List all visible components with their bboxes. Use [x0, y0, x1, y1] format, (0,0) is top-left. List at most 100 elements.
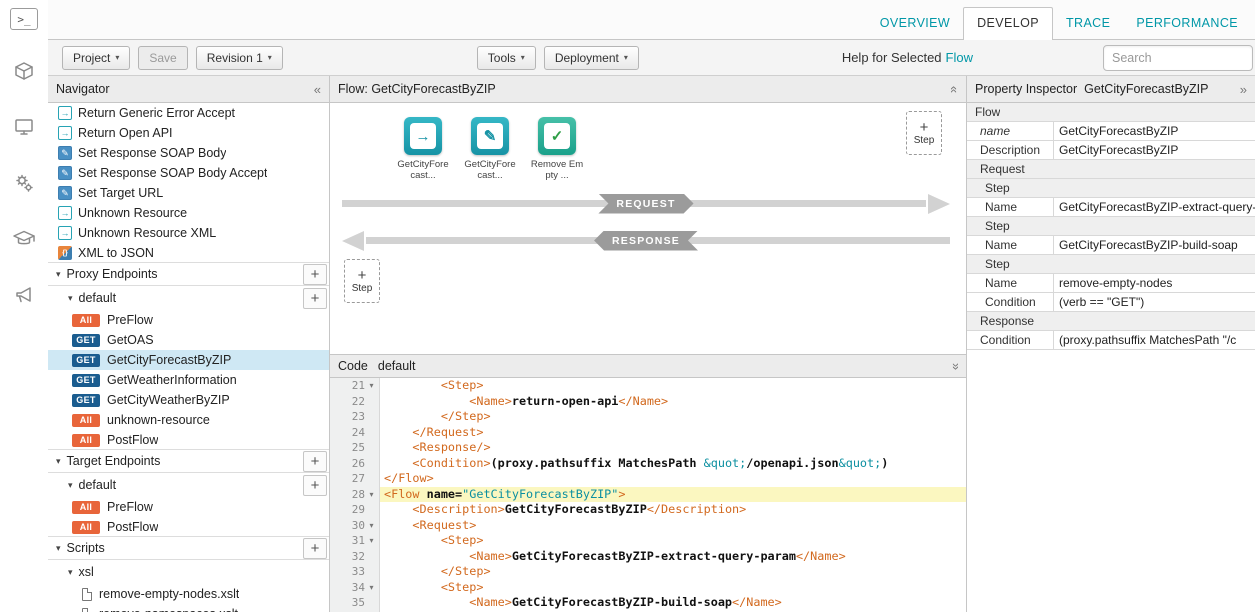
triangle-down-icon: ▾	[68, 293, 73, 304]
fold-toggle-icon[interactable]: ▾	[365, 536, 378, 545]
package-icon[interactable]	[8, 56, 40, 86]
help-flow-link[interactable]: Flow	[946, 50, 973, 65]
collapse-flow-icon[interactable]: «	[948, 85, 961, 92]
gutter-line: 25	[330, 440, 379, 456]
line-number: 27	[352, 472, 365, 485]
tab-develop[interactable]: DEVELOP	[963, 7, 1053, 40]
fold-toggle-icon[interactable]: ▾	[365, 583, 378, 592]
inspector-property-row: NameGetCityForecastByZIP-build-soap	[967, 236, 1255, 255]
flow-item-postflow[interactable]: AllPostFlow	[48, 517, 329, 537]
gears-icon[interactable]	[8, 168, 40, 198]
code-line: <Name>return-open-api</Name>	[380, 394, 966, 410]
graduation-cap-icon[interactable]	[8, 224, 40, 254]
triangle-down-icon: ▾	[56, 456, 61, 467]
inspector-row-label: Name	[967, 236, 1053, 254]
gutter-line: 26	[330, 456, 379, 472]
apigee-develop-view: >_ OVERVIEWDEVELOPTRACEPERFORMANCE	[0, 0, 1255, 612]
inspector-row-label: Flow	[967, 103, 1000, 121]
add-default-button[interactable]: +	[303, 475, 327, 496]
inspector-property-row: Condition(verb == "GET")	[967, 293, 1255, 312]
policy-item-return-open-api[interactable]: →Return Open API	[48, 123, 329, 143]
fold-toggle-icon[interactable]: ▾	[365, 521, 378, 530]
arrow-policy-icon: →	[58, 226, 72, 240]
policy-item-set-target-url[interactable]: ✎Set Target URL	[48, 183, 329, 203]
add-step-button-request[interactable]: + Step	[906, 111, 942, 155]
flow-policy-extract[interactable]: →GetCityForecast...	[396, 117, 450, 181]
section-scripts[interactable]: ▾Scripts+	[48, 536, 329, 560]
section-target-endpoints[interactable]: ▾Target Endpoints+	[48, 449, 329, 473]
flow-item-getoas[interactable]: GETGetOAS	[48, 330, 329, 350]
flow-policy-label: GetCityForecast...	[396, 159, 450, 181]
terminal-icon[interactable]: >_	[10, 8, 38, 30]
inspector-row-label: Condition	[967, 331, 1053, 349]
add-scripts-button[interactable]: +	[303, 538, 327, 559]
navigator-header: Navigator «	[48, 76, 329, 103]
tab-performance[interactable]: PERFORMANCE	[1123, 8, 1251, 39]
policy-item-set-response-soap-body-accept[interactable]: ✎Set Response SOAP Body Accept	[48, 163, 329, 183]
project-menu-button[interactable]: Project ▾	[62, 46, 130, 70]
collapse-navigator-icon[interactable]: «	[314, 83, 321, 96]
arrow-policy-icon: →	[58, 206, 72, 220]
search-input[interactable]	[1103, 45, 1253, 71]
collapse-inspector-icon[interactable]: »	[1240, 83, 1247, 96]
flow-item-getcityweatherbyzip[interactable]: GETGetCityWeatherByZIP	[48, 390, 329, 410]
flow-item-label: PreFlow	[107, 500, 153, 514]
inspector-row-value[interactable]: (proxy.pathsuffix MatchesPath "/c	[1053, 331, 1255, 349]
code-editor[interactable]: 21▾22232425262728▾2930▾31▾323334▾35 <Ste…	[330, 378, 966, 612]
policy-item-unknown-resource[interactable]: →Unknown Resource	[48, 203, 329, 223]
triangle-down-icon: ▾	[56, 543, 61, 554]
flow-item-unknown-resource[interactable]: Allunknown-resource	[48, 410, 329, 430]
add-step-button-response[interactable]: + Step	[344, 259, 380, 303]
collapse-code-icon[interactable]: «	[948, 362, 961, 369]
inspector-row-value[interactable]: GetCityForecastByZIP	[1053, 141, 1255, 159]
deployment-menu-label: Deployment	[555, 51, 619, 65]
revision-menu-button[interactable]: Revision 1 ▾	[196, 46, 283, 70]
gutter-line: 32	[330, 549, 379, 565]
file-item-remove-namespaces-xslt[interactable]: remove-namespaces.xslt	[48, 604, 329, 612]
chevron-down-icon: ▾	[115, 53, 119, 62]
flow-item-getweatherinformation[interactable]: GETGetWeatherInformation	[48, 370, 329, 390]
fold-toggle-icon[interactable]: ▾	[365, 490, 378, 499]
flow-policy-check[interactable]: ✓Remove Empty ...	[530, 117, 584, 181]
add-default-button[interactable]: +	[303, 288, 327, 309]
inspector-row-value[interactable]: GetCityForecastByZIP-extract-query-param	[1053, 198, 1255, 216]
code-line: <Flow name="GetCityForecastByZIP">	[380, 487, 966, 503]
fold-toggle-icon[interactable]: ▾	[365, 381, 378, 390]
tools-menu-button[interactable]: Tools ▾	[477, 46, 536, 70]
gutter-line: 33	[330, 564, 379, 580]
add-target-endpoints-button[interactable]: +	[303, 451, 327, 472]
file-item-remove-empty-nodes-xslt[interactable]: remove-empty-nodes.xslt	[48, 584, 329, 604]
flow-policy-edit[interactable]: ✎GetCityForecast...	[463, 117, 517, 181]
tab-trace[interactable]: TRACE	[1053, 8, 1123, 39]
megaphone-icon[interactable]	[8, 280, 40, 310]
inspector-row-value[interactable]: GetCityForecastByZIP-build-soap	[1053, 236, 1255, 254]
deployment-menu-button[interactable]: Deployment ▾	[544, 46, 639, 70]
group-xsl[interactable]: ▾xsl	[48, 560, 329, 584]
screen-icon[interactable]	[8, 112, 40, 142]
request-label: REQUEST	[598, 194, 693, 214]
policy-item-set-response-soap-body[interactable]: ✎Set Response SOAP Body	[48, 143, 329, 163]
inspector-row-value[interactable]: GetCityForecastByZIP	[1053, 122, 1255, 140]
flow-item-getcityforecastbyzip[interactable]: GETGetCityForecastByZIP	[48, 350, 329, 370]
pencil-policy-icon: ✎	[58, 166, 72, 180]
code-line: <Name>GetCityForecastByZIP-build-soap</N…	[380, 595, 966, 611]
save-button[interactable]: Save	[138, 46, 187, 70]
add-proxy-endpoints-button[interactable]: +	[303, 264, 327, 285]
section-proxy-endpoints[interactable]: ▾Proxy Endpoints+	[48, 262, 329, 286]
tab-overview[interactable]: OVERVIEW	[867, 8, 963, 39]
policy-item-return-generic-error-accept[interactable]: →Return Generic Error Accept	[48, 103, 329, 123]
code-title: Code	[338, 359, 368, 373]
inspector-row-value[interactable]: (verb == "GET")	[1053, 293, 1255, 311]
flow-item-postflow[interactable]: AllPostFlow	[48, 430, 329, 450]
code-line: </Step>	[380, 564, 966, 580]
flow-item-preflow[interactable]: All PreFlow	[48, 497, 329, 517]
flow-item-preflow[interactable]: AllPreFlow	[48, 310, 329, 330]
policy-item-xml-to-json[interactable]: {}XML to JSON	[48, 243, 329, 263]
group-default[interactable]: ▾default+	[48, 473, 329, 497]
policy-item-unknown-resource-xml[interactable]: →Unknown Resource XML	[48, 223, 329, 243]
inspector-row-label: Response	[967, 312, 1034, 330]
group-default[interactable]: ▾default+	[48, 286, 329, 310]
inspector-row-value[interactable]: remove-empty-nodes	[1053, 274, 1255, 292]
step-label: Step	[352, 283, 373, 294]
method-badge: All	[72, 501, 100, 514]
